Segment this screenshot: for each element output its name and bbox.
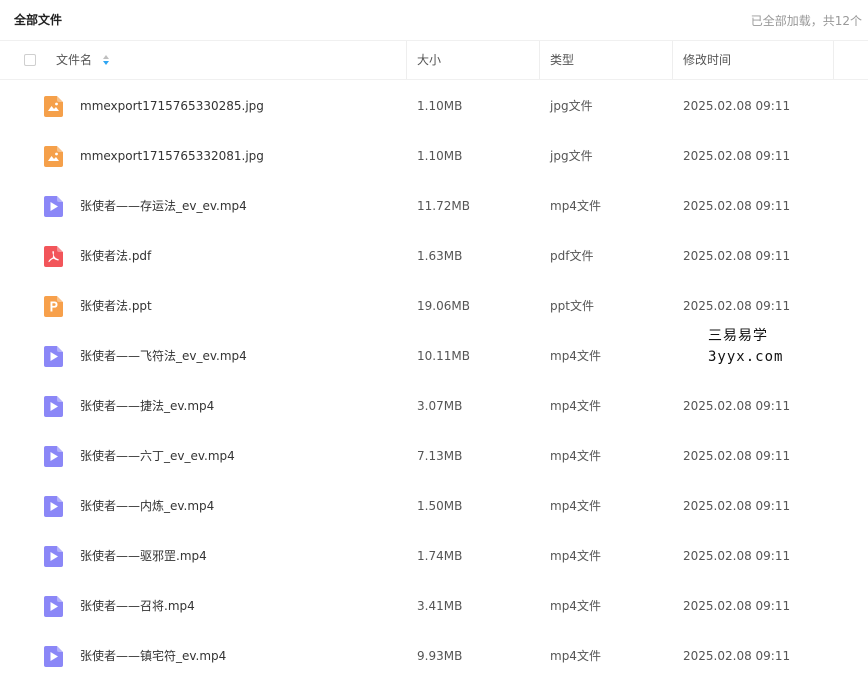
file-size: 7.13MB xyxy=(417,449,463,463)
file-modified-time: 2025.02.08 09:11 xyxy=(683,149,791,163)
file-type: mp4文件 xyxy=(550,399,601,413)
watermark-line-1: 三易易学 xyxy=(708,328,768,344)
file-modified-time: 2025.02.08 09:11 xyxy=(683,599,791,613)
video-file-icon xyxy=(44,196,63,217)
file-type: mp4文件 xyxy=(550,499,601,513)
column-header-name[interactable]: 文件名 xyxy=(56,41,92,79)
file-name[interactable]: 张使者法.pdf xyxy=(80,231,151,281)
pdf-file-icon xyxy=(44,246,63,267)
file-type: mp4文件 xyxy=(550,549,601,563)
file-modified-time: 2025.02.08 09:11 xyxy=(683,499,791,513)
file-size: 10.11MB xyxy=(417,349,470,363)
file-type: mp4文件 xyxy=(550,349,601,363)
video-file-icon xyxy=(44,496,63,517)
file-size: 3.07MB xyxy=(417,399,463,413)
file-size: 19.06MB xyxy=(417,299,470,313)
ppt-file-icon xyxy=(44,296,63,317)
video-file-icon xyxy=(44,546,63,567)
file-type: jpg文件 xyxy=(550,149,593,163)
file-row[interactable]: 张使者——召将.mp4 3.41MB mp4文件 2025.02.08 09:11 xyxy=(0,581,868,631)
watermark-line-2: 3yyx.com xyxy=(708,349,784,365)
file-name[interactable]: mmexport1715765330285.jpg xyxy=(80,81,264,131)
file-size: 1.50MB xyxy=(417,499,463,513)
video-file-icon xyxy=(44,346,63,367)
table-header: 文件名 大小 类型 修改时间 xyxy=(0,40,868,80)
file-modified-time: 2025.02.08 09:11 xyxy=(683,299,791,313)
file-size: 9.93MB xyxy=(417,649,463,663)
file-size: 11.72MB xyxy=(417,199,470,213)
file-modified-time: 2025.02.08 09:11 xyxy=(683,99,791,113)
column-header-modified[interactable]: 修改时间 xyxy=(683,41,731,79)
file-row[interactable]: 张使者——捷法_ev.mp4 3.07MB mp4文件 2025.02.08 09:1… xyxy=(0,381,868,431)
image-file-icon xyxy=(44,96,63,117)
file-name[interactable]: 张使者——六丁_ev_ev.mp4 xyxy=(80,431,235,481)
file-row[interactable]: 张使者——六丁_ev_ev.mp4 7.13MB mp4文件 2025.02.08 0… xyxy=(0,431,868,481)
column-header-size[interactable]: 大小 xyxy=(417,41,441,79)
file-type: mp4文件 xyxy=(550,199,601,213)
file-row[interactable]: 张使者法.pdf 1.63MB pdf文件 2025.02.08 09:11 xyxy=(0,231,868,281)
file-name[interactable]: mmexport1715765332081.jpg xyxy=(80,131,264,181)
file-name[interactable]: 张使者——捷法_ev.mp4 xyxy=(80,381,214,431)
load-status: 已全部加载，共12个 xyxy=(750,14,862,28)
top-bar: 全部文件 已全部加载，共12个 xyxy=(0,0,868,40)
video-file-icon xyxy=(44,646,63,667)
file-type: pdf文件 xyxy=(550,249,594,263)
file-type: mp4文件 xyxy=(550,649,601,663)
file-size: 1.63MB xyxy=(417,249,463,263)
file-modified-time: 2025.02.08 09:11 xyxy=(683,199,791,213)
column-divider[interactable] xyxy=(539,41,540,79)
file-modified-time: 2025.02.08 09:11 xyxy=(683,249,791,263)
video-file-icon xyxy=(44,446,63,467)
file-size: 1.10MB xyxy=(417,99,463,113)
file-type: mp4文件 xyxy=(550,599,601,613)
file-modified-time: 2025.02.08 09:11 xyxy=(683,449,791,463)
video-file-icon xyxy=(44,596,63,617)
file-size: 1.10MB xyxy=(417,149,463,163)
file-row[interactable]: mmexport1715765330285.jpg 1.10MB jpg文件 2025… xyxy=(0,81,868,131)
select-all-checkbox[interactable] xyxy=(24,54,36,66)
file-name[interactable]: 张使者——驱邪罡.mp4 xyxy=(80,531,207,581)
file-name[interactable]: 张使者——内炼_ev.mp4 xyxy=(80,481,214,531)
file-size: 1.74MB xyxy=(417,549,463,563)
file-modified-time: 2025.02.08 09:11 xyxy=(683,549,791,563)
file-row[interactable]: 张使者——内炼_ev.mp4 1.50MB mp4文件 2025.02.08 09:1… xyxy=(0,481,868,531)
video-file-icon xyxy=(44,396,63,417)
file-row[interactable]: 张使者——驱邪罡.mp4 1.74MB mp4文件 2025.02.08 09:11 xyxy=(0,531,868,581)
file-name[interactable]: 张使者法.ppt xyxy=(80,281,152,331)
column-divider[interactable] xyxy=(672,41,673,79)
image-file-icon xyxy=(44,146,63,167)
file-modified-time: 2025.02.08 09:11 xyxy=(683,649,791,663)
column-divider[interactable] xyxy=(833,41,834,79)
page-title: 全部文件 xyxy=(14,13,63,27)
file-modified-time: 2025.02.08 09:11 xyxy=(683,399,791,413)
column-divider[interactable] xyxy=(406,41,407,79)
column-header-type[interactable]: 类型 xyxy=(550,41,574,79)
file-row[interactable]: 张使者——存运法_ev_ev.mp4 11.72MB mp4文件 2025.02.08… xyxy=(0,181,868,231)
file-size: 3.41MB xyxy=(417,599,463,613)
file-type: ppt文件 xyxy=(550,299,594,313)
file-name[interactable]: 张使者——镇宅符_ev.mp4 xyxy=(80,631,226,681)
file-name[interactable]: 张使者——存运法_ev_ev.mp4 xyxy=(80,181,247,231)
watermark: 三易易学 3yyx.com xyxy=(708,326,788,368)
file-row[interactable]: 张使者——镇宅符_ev.mp4 9.93MB mp4文件 2025.02.08 09:… xyxy=(0,631,868,681)
file-list: mmexport1715765330285.jpg 1.10MB jpg文件 2025… xyxy=(0,81,868,681)
sort-icon[interactable] xyxy=(102,54,110,66)
file-name[interactable]: 张使者——飞符法_ev_ev.mp4 xyxy=(80,331,247,381)
file-type: mp4文件 xyxy=(550,449,601,463)
file-name[interactable]: 张使者——召将.mp4 xyxy=(80,581,195,631)
file-type: jpg文件 xyxy=(550,99,593,113)
file-row[interactable]: 张使者法.ppt 19.06MB ppt文件 2025.02.08 09:11 xyxy=(0,281,868,331)
file-row[interactable]: mmexport1715765332081.jpg 1.10MB jpg文件 2025… xyxy=(0,131,868,181)
